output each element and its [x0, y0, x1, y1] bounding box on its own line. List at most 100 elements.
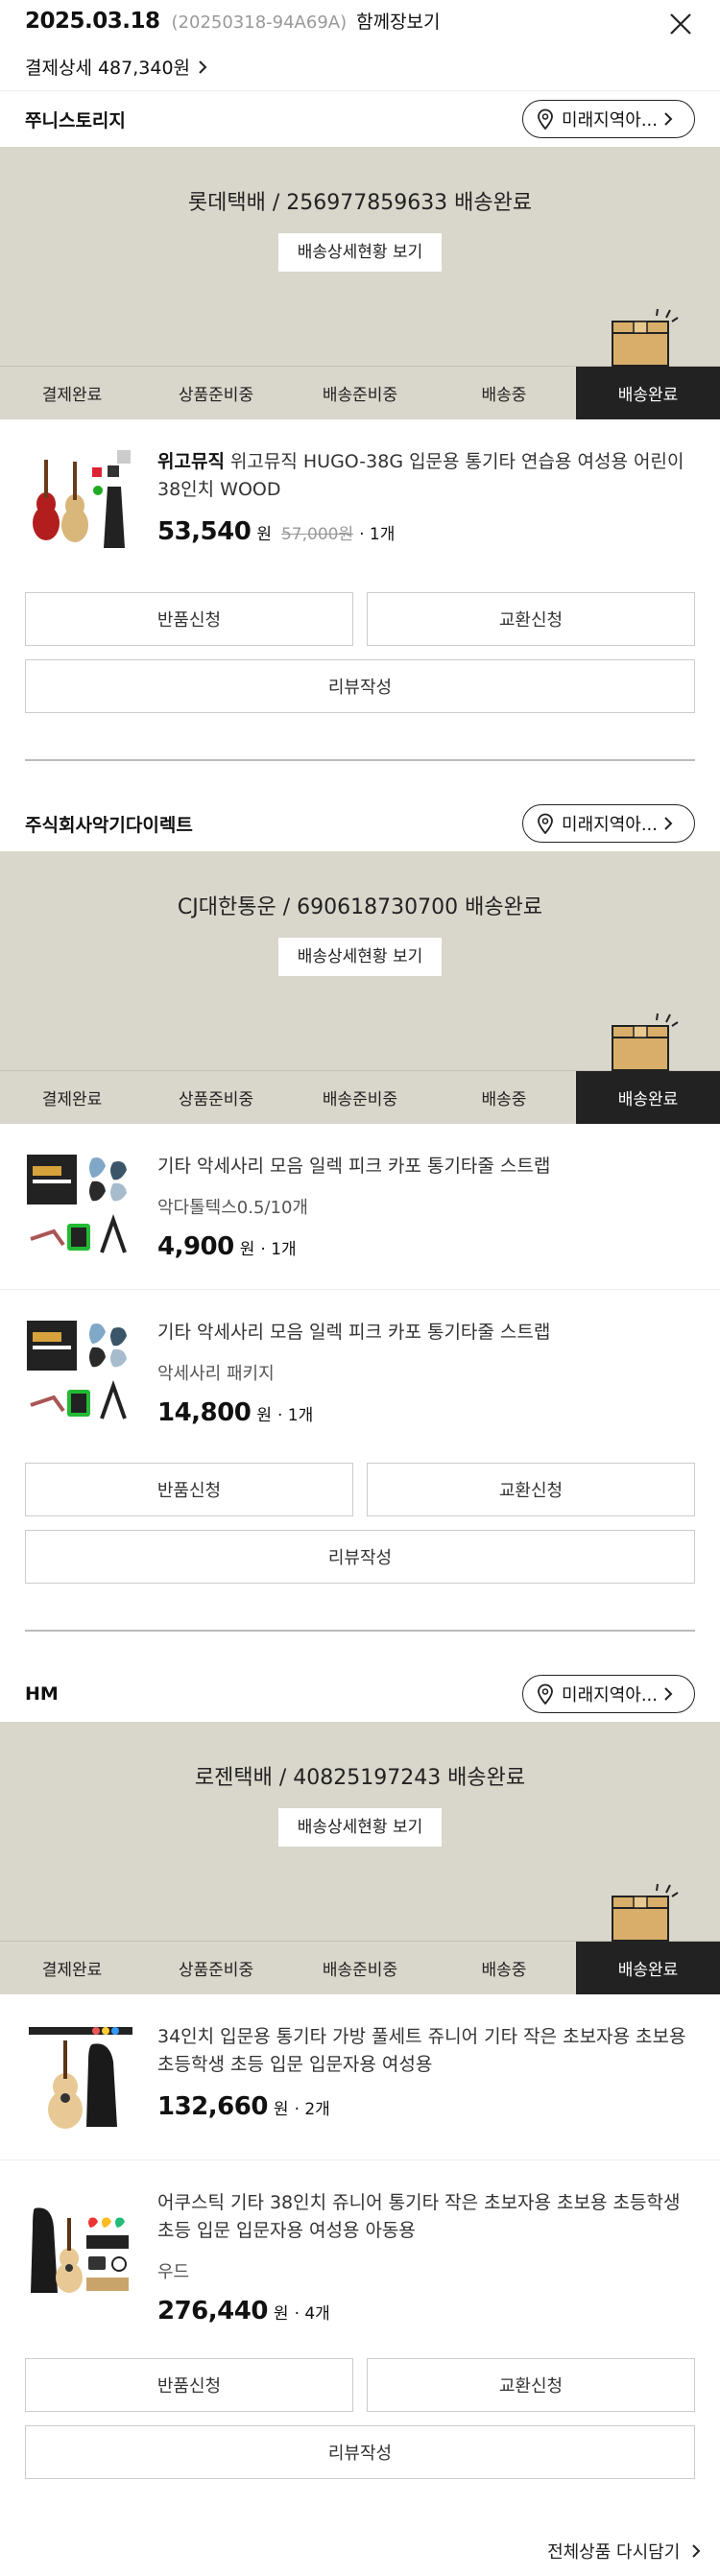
- delivery-detail-button[interactable]: 배송상세현황 보기: [277, 1808, 443, 1847]
- payment-detail-link[interactable]: 결제상세 487,340원: [25, 54, 695, 80]
- chevron-right-icon: [664, 1687, 673, 1701]
- step-payment-complete: 결제완료: [41, 1961, 103, 1980]
- payment-detail-label: 결제상세 487,340원: [25, 58, 191, 79]
- product-quantity: · 1개: [276, 1406, 314, 1425]
- parcel-box-icon: [612, 308, 679, 367]
- product-quantity: · 4개: [294, 2304, 330, 2324]
- location-pin-icon: [538, 1683, 553, 1705]
- step-preparing-product: 상품준비중: [178, 1961, 254, 1980]
- delivery-status-box: 로젠택배 / 40825197243 배송완료 배송상세현황 보기: [0, 1722, 720, 1942]
- location-button[interactable]: 미래지역아...: [522, 1675, 695, 1713]
- product-quantity: · 1개: [260, 1240, 297, 1259]
- product-price: 132,660: [157, 2092, 268, 2121]
- currency-label: 원: [273, 2100, 289, 2119]
- product-quantity: · 2개: [294, 2100, 330, 2119]
- write-review-button[interactable]: 리뷰작성: [25, 1530, 695, 1584]
- parcel-box-icon: [612, 1883, 679, 1942]
- return-request-button[interactable]: 반품신청: [25, 2358, 353, 2412]
- order-item[interactable]: 어쿠스틱 기타 38인치 쥬니어 통기타 작은 초보자용 초보용 초등학생 초등…: [0, 2159, 720, 2350]
- close-icon[interactable]: [666, 10, 695, 38]
- currency-label: 원: [256, 525, 272, 544]
- seller-section: HM 미래지역아... 로젠택배 / 40825197243 배송완료 배송상세…: [0, 1666, 720, 2479]
- order-header: 2025.03.18 (20250318-94A69A) 함께장보기 결제상세 …: [0, 0, 720, 91]
- step-preparing-product: 상품준비중: [178, 386, 254, 405]
- delivery-detail-button[interactable]: 배송상세현황 보기: [277, 938, 443, 976]
- parcel-box-icon: [612, 1013, 679, 1071]
- product-name: 34인치 입문용 통기타 가방 풀세트 쥬니어 기타 작은 초보자용 초보용 초…: [157, 2026, 686, 2075]
- seller-section: 주식회사악기다이렉트 미래지역아... CJ대한통운 / 69061873070…: [0, 796, 720, 1632]
- product-name: 위고뮤직 HUGO-38G 입문용 통기타 연습용 여성용 어린이 38인치 W…: [157, 451, 684, 500]
- order-item[interactable]: 기타 악세사리 모음 일렉 피크 카포 통기타줄 스트랩 악다톨텍스0.5/10…: [0, 1124, 720, 1289]
- product-thumbnail: [25, 2189, 136, 2301]
- chevron-right-icon: [199, 60, 207, 74]
- tracking-info: 로젠택배 / 40825197243 배송완료: [194, 1766, 526, 1790]
- step-delivered: 배송완료: [576, 1942, 720, 1994]
- delivery-status-box: 롯데택배 / 256977859633 배송완료 배송상세현황 보기: [0, 147, 720, 367]
- order-item[interactable]: 위고뮤직 위고뮤직 HUGO-38G 입문용 통기타 연습용 여성용 어린이 38…: [0, 419, 720, 584]
- delivery-steps: 결제완료 상품준비중 배송준비중 배송중 배송완료: [0, 366, 720, 419]
- location-pin-icon: [538, 813, 553, 834]
- product-option: 악세사리 패키지: [157, 1364, 275, 1384]
- product-quantity: · 1개: [359, 525, 396, 544]
- step-payment-complete: 결제완료: [41, 386, 103, 405]
- product-thumbnail: [25, 448, 136, 560]
- currency-label: 원: [256, 1406, 272, 1425]
- location-button[interactable]: 미래지역아...: [522, 804, 695, 843]
- order-date: 2025.03.18: [25, 9, 160, 34]
- delivery-steps: 결제완료 상품준비중 배송준비중 배송중 배송완료: [0, 1070, 720, 1124]
- seller-name: 주식회사악기다이렉트: [25, 814, 193, 836]
- step-shipping: 배송중: [481, 1090, 527, 1109]
- section-divider: [25, 759, 695, 761]
- product-thumbnail: [25, 1319, 136, 1430]
- order-item[interactable]: 34인치 입문용 통기타 가방 풀세트 쥬니어 기타 작은 초보자용 초보용 초…: [0, 1994, 720, 2159]
- return-request-button[interactable]: 반품신청: [25, 592, 353, 646]
- product-brand: 위고뮤직: [157, 451, 225, 472]
- chevron-right-icon: [664, 112, 673, 126]
- chevron-right-icon: [692, 2544, 701, 2558]
- step-preparing-shipping: 배송준비중: [322, 1961, 398, 1980]
- return-request-button[interactable]: 반품신청: [25, 1463, 353, 1516]
- product-price: 53,540: [157, 517, 252, 546]
- product-price: 4,900: [157, 1232, 234, 1261]
- currency-label: 원: [273, 2304, 289, 2324]
- location-label: 미래지역아...: [562, 815, 658, 835]
- location-label: 미래지역아...: [562, 110, 658, 131]
- chevron-right-icon: [664, 817, 673, 830]
- exchange-request-button[interactable]: 교환신청: [367, 2358, 695, 2412]
- step-delivered: 배송완료: [576, 1071, 720, 1124]
- delivery-detail-button[interactable]: 배송상세현황 보기: [277, 233, 443, 272]
- order-item[interactable]: 기타 악세사리 모음 일렉 피크 카포 통기타줄 스트랩 악세사리 패키지 14…: [0, 1289, 720, 1455]
- original-price: 57,000원: [280, 525, 354, 544]
- location-button[interactable]: 미래지역아...: [522, 100, 695, 138]
- step-preparing-product: 상품준비중: [178, 1090, 254, 1109]
- currency-label: 원: [239, 1240, 255, 1259]
- exchange-request-button[interactable]: 교환신청: [367, 592, 695, 646]
- product-title: 위고뮤직 위고뮤직 HUGO-38G 입문용 통기타 연습용 여성용 어린이 38…: [157, 448, 695, 504]
- tracking-info: CJ대한통운 / 690618730700 배송완료: [177, 895, 543, 919]
- product-option: 악다톨텍스0.5/10개: [157, 1198, 308, 1218]
- step-preparing-shipping: 배송준비중: [322, 1090, 398, 1109]
- shared-cart-link[interactable]: 함께장보기: [356, 8, 440, 34]
- section-divider: [25, 1630, 695, 1632]
- step-payment-complete: 결제완료: [41, 1090, 103, 1109]
- location-label: 미래지역아...: [562, 1685, 658, 1705]
- rebuy-all-link[interactable]: 전체상품 다시담기: [547, 2539, 701, 2564]
- step-shipping: 배송중: [481, 1961, 527, 1980]
- order-number: (20250318-94A69A): [171, 12, 348, 33]
- delivery-status-box: CJ대한통운 / 690618730700 배송완료 배송상세현황 보기: [0, 851, 720, 1071]
- step-delivered: 배송완료: [576, 367, 720, 419]
- exchange-request-button[interactable]: 교환신청: [367, 1463, 695, 1516]
- product-option: 우드: [157, 2262, 190, 2282]
- write-review-button[interactable]: 리뷰작성: [25, 2425, 695, 2479]
- location-pin-icon: [538, 108, 553, 130]
- delivery-steps: 결제완료 상품준비중 배송준비중 배송중 배송완료: [0, 1941, 720, 1994]
- seller-name: 쭈니스토리지: [25, 109, 126, 131]
- product-thumbnail: [25, 2023, 136, 2135]
- write-review-button[interactable]: 리뷰작성: [25, 659, 695, 713]
- product-name: 기타 악세사리 모음 일렉 피크 카포 통기타줄 스트랩: [157, 1156, 551, 1177]
- rebuy-all-label: 전체상품 다시담기: [547, 2542, 681, 2563]
- product-name: 어쿠스틱 기타 38인치 쥬니어 통기타 작은 초보자용 초보용 초등학생 초등…: [157, 2192, 681, 2241]
- seller-name: HM: [25, 1683, 59, 1705]
- step-preparing-shipping: 배송준비중: [322, 386, 398, 405]
- seller-section: 쭈니스토리지 미래지역아... 롯데택배 / 256977859633 배송완료…: [0, 91, 720, 761]
